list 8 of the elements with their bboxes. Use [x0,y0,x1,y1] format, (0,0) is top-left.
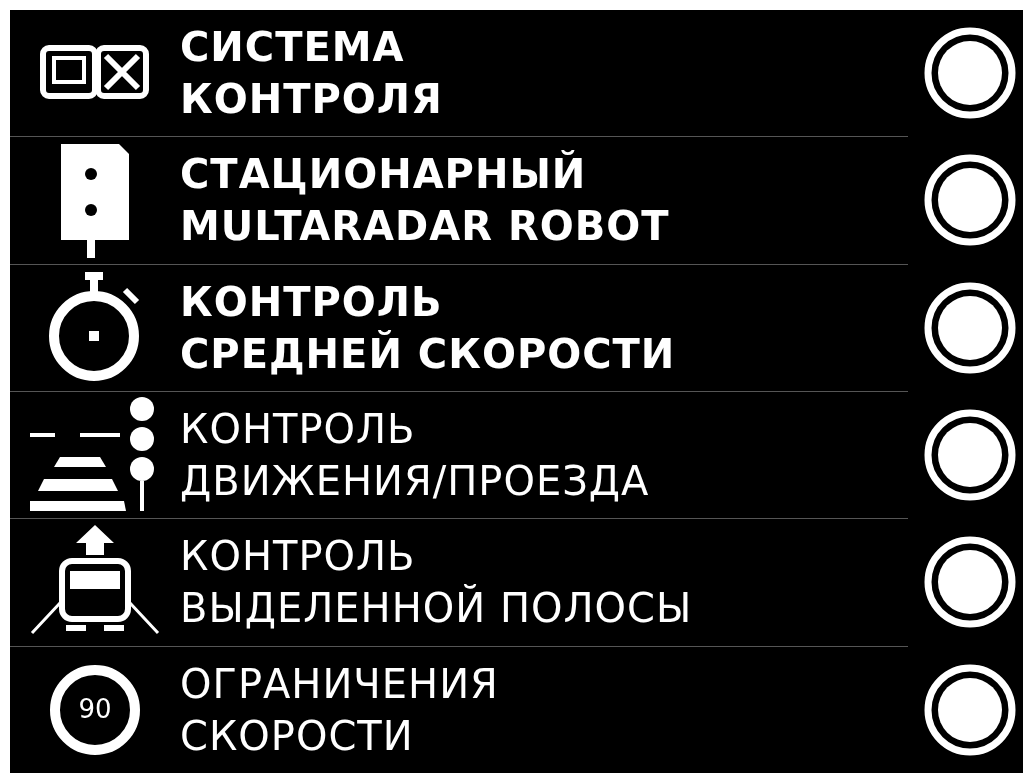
menu-item-label[interactable]: СИСТЕМА КОНТРОЛЯ [180,21,443,126]
menu-item-label[interactable]: КОНТРОЛЬ ДВИЖЕНИЯ/ПРОЕЗДА [180,403,650,508]
menu-item-label[interactable]: КОНТРОЛЬ ВЫДЕЛЕННОЙ ПОЛОСЫ [180,530,693,635]
menu-item-label[interactable]: ОГРАНИЧЕНИЯ СКОРОСТИ [180,657,499,762]
menu-item-label[interactable]: СТАЦИОНАРНЫЙ MULTARADAR ROBOT [180,148,670,253]
speed-limit-value: 90 [77,692,113,726]
monitor-and-cross-icon [40,45,150,102]
menu-item-label[interactable]: КОНТРОЛЬ СРЕДНЕЙ СКОРОСТИ [180,275,676,380]
